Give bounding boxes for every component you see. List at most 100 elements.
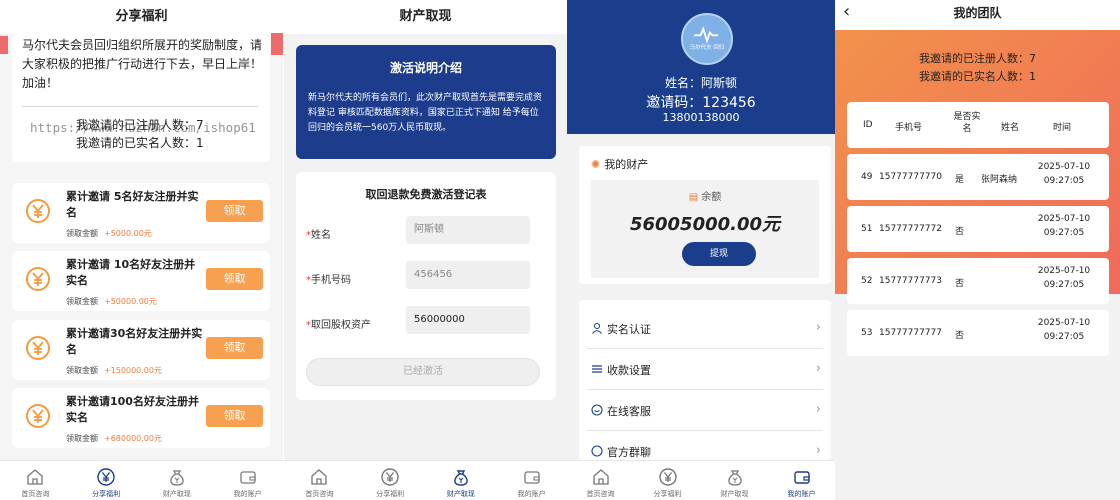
- name-label: *姓名: [306, 230, 331, 241]
- reward-card: 累计邀请30名好友注册并实名 领取金额 +150000.00元 领取: [12, 320, 270, 380]
- reward-title: 累计邀请100名好友注册并实名: [66, 395, 199, 424]
- balance-box: ▤ 余额 56005000.00元 提现: [591, 180, 819, 278]
- asset-card: ✺ 我的财产 ▤ 余额 56005000.00元 提现: [579, 146, 831, 284]
- headset-icon: [591, 404, 603, 416]
- invite-code: 邀请码：123456: [646, 95, 756, 111]
- yen-coin-icon: [26, 336, 50, 360]
- tab-home[interactable]: 首页咨询: [284, 461, 355, 500]
- chevron-right-icon: ›: [815, 320, 821, 335]
- reward-card: 累计邀请100名好友注册并实名 领取金额 +680000.00元 领取: [12, 388, 270, 448]
- claim-button[interactable]: 领取: [206, 268, 263, 290]
- reward-amount: +680000.00元: [104, 434, 162, 443]
- withdraw-button[interactable]: 提现: [682, 242, 756, 266]
- tab-welfare[interactable]: 分享福利: [71, 461, 142, 500]
- wallet-icon: [239, 471, 256, 484]
- reward-amount: +150000.00元: [104, 366, 162, 375]
- pulse-logo-icon: [694, 26, 719, 44]
- user-icon: [592, 322, 602, 334]
- claim-button[interactable]: 领取: [206, 337, 263, 359]
- tab-withdraw[interactable]: 财产取现: [426, 461, 497, 500]
- menu-item-support[interactable]: 在线客服 ›: [587, 390, 823, 431]
- verified-count: 我邀请的已实名人数：1: [76, 136, 204, 150]
- tab-withdraw[interactable]: 财产取现: [701, 461, 768, 500]
- asset-title: ✺ 我的财产: [591, 158, 649, 171]
- phone-label: *手机号码: [306, 275, 351, 286]
- menu-item-payment[interactable]: 收款设置 ›: [587, 349, 823, 390]
- chevron-right-icon: ›: [815, 361, 821, 376]
- tab-welfare[interactable]: 分享福利: [355, 461, 426, 500]
- tab-account[interactable]: 我的账户: [496, 461, 567, 500]
- money-bag-icon: [727, 470, 742, 486]
- home-icon: [592, 469, 609, 485]
- home-icon: [311, 469, 328, 485]
- table-row: 49 15777777770 是 张阿森纳 2025-07-10 09:27:0…: [847, 154, 1109, 200]
- sun-icon: ✺: [591, 158, 601, 171]
- balance-label: ▤ 余额: [688, 192, 722, 203]
- name-input[interactable]: 阿斯顿: [406, 216, 530, 244]
- reward-card: 累计邀请 5名好友注册并实名 领取金额 +5000.00元 领取: [12, 183, 270, 243]
- watermark: https://www.huzhan.com/ishop61: [30, 120, 256, 135]
- yen-icon: [97, 468, 115, 486]
- wallet-icon: [523, 471, 540, 484]
- tab-home[interactable]: 首页咨询: [0, 461, 71, 500]
- claim-button[interactable]: 领取: [206, 405, 263, 427]
- withdraw-screen: 财产取现 激活说明介绍 新马尔代夫的所有会员们，此次财产取现首先是需要完成资料登…: [284, 0, 567, 500]
- table-row: 51 15777777772 否 2025-07-10 09:27:05: [847, 206, 1109, 252]
- accent-bar: [271, 33, 283, 55]
- chat-icon: [591, 445, 603, 457]
- menu-item-real-name[interactable]: 实名认证 ›: [587, 308, 823, 349]
- balance-amount: 56005000.00元: [629, 214, 781, 235]
- chevron-right-icon: ›: [815, 402, 821, 417]
- reward-title: 累计邀请 5名好友注册并实名: [66, 190, 199, 219]
- back-arrow-icon[interactable]: ‹: [843, 0, 850, 24]
- claim-button[interactable]: 领取: [206, 200, 263, 222]
- reward-title: 累计邀请 10名好友注册并实名: [66, 258, 196, 287]
- yen-coin-icon: [26, 199, 50, 223]
- team-screen: ‹ 我的团队 我邀请的已注册人数：7 我邀请的已实名人数：1 ID 手机号 是否…: [835, 0, 1120, 500]
- account-screen: 马尔代夫 回归 姓名：阿斯顿 邀请码：123456 13800138000 ✺ 我…: [567, 0, 835, 500]
- accent-bar: [0, 36, 8, 54]
- chevron-right-icon: ›: [815, 443, 821, 458]
- menu-item-group[interactable]: 官方群聊 ›: [587, 431, 823, 460]
- avatar: 马尔代夫 回归: [681, 13, 733, 65]
- list-icon: [592, 365, 602, 373]
- yen-coin-icon: [26, 404, 50, 428]
- reward-card: 累计邀请 10名好友注册并实名 领取金额 +50000.00元 领取: [12, 251, 270, 311]
- money-bag-icon: [454, 470, 468, 486]
- asset-input[interactable]: 56000000: [406, 306, 530, 334]
- yen-icon: [381, 468, 399, 486]
- tab-account[interactable]: 我的账户: [768, 461, 835, 500]
- tab-welfare[interactable]: 分享福利: [634, 461, 701, 500]
- tab-withdraw[interactable]: 财产取现: [142, 461, 213, 500]
- reward-amount: +50000.00元: [104, 297, 157, 306]
- divider: [22, 106, 258, 107]
- table-row: 52 15777777773 否 2025-07-10 09:27:05: [847, 258, 1109, 304]
- tab-account[interactable]: 我的账户: [212, 461, 283, 500]
- table-header: ID 手机号 是否实名 姓名 时间: [847, 102, 1109, 148]
- tab-bar: 首页咨询 分享福利 财产取现 我的账户: [567, 460, 835, 500]
- verified-count: 我邀请的已实名人数：1: [919, 70, 1036, 83]
- page-title: 财产取现: [284, 0, 567, 34]
- wallet-icon: [793, 471, 810, 484]
- page-title: 分享福利: [0, 0, 283, 34]
- money-bag-icon: [170, 470, 184, 486]
- book-icon: ▤: [688, 192, 699, 203]
- user-phone: 13800138000: [662, 111, 740, 124]
- reward-amount-line: 领取金额 +150000.00元: [66, 366, 162, 375]
- asset-label: *取回股权资产: [306, 320, 371, 331]
- reward-title: 累计邀请30名好友注册并实名: [66, 327, 203, 356]
- tab-home[interactable]: 首页咨询: [567, 461, 634, 500]
- activation-title: 激活说明介绍: [389, 61, 462, 75]
- intro-text: 马尔代夫会员回归组织所展开的奖励制度，请大家积极的把推广行动进行下去，早日上岸！…: [22, 38, 263, 90]
- reward-amount-line: 领取金额 +50000.00元: [66, 297, 157, 306]
- table-row: 53 15777777777 否 2025-07-10 09:27:05: [847, 310, 1109, 356]
- welfare-screen: 分享福利 马尔代夫会员回归组织所展开的奖励制度，请大家积极的把推广行动进行下去，…: [0, 0, 283, 500]
- phone-input[interactable]: 456456: [406, 261, 530, 289]
- activated-button[interactable]: 已经激活: [306, 358, 540, 386]
- reward-amount-line: 领取金额 +680000.00元: [66, 434, 162, 443]
- team-top-bar: ‹ 我的团队: [835, 0, 1120, 30]
- home-icon: [27, 469, 44, 485]
- name-row: *姓名 阿斯顿: [306, 216, 546, 246]
- reward-amount: +5000.00元: [104, 229, 152, 238]
- page-title: 我的团队: [953, 6, 1002, 20]
